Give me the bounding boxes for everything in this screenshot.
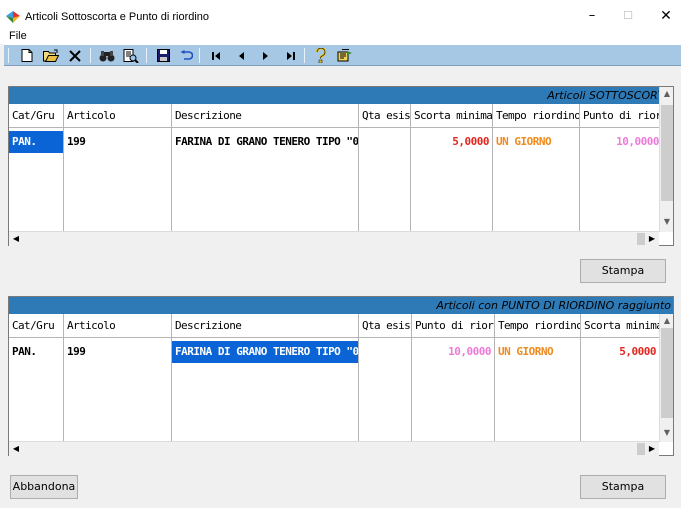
col-header-articolo[interactable]: Articolo	[64, 104, 172, 128]
new-icon[interactable]	[18, 47, 36, 64]
cell-scorta-minima[interactable]: 5,0000	[581, 341, 659, 363]
toolbar-separator	[90, 48, 91, 63]
scroll-up-icon[interactable]: ▲	[660, 314, 674, 328]
horizontal-scrollbar[interactable]: ◀ ▶	[9, 441, 659, 456]
toolbar-separator	[146, 48, 147, 63]
col-header-descrizione[interactable]: Descrizione	[172, 104, 359, 128]
scroll-thumb[interactable]	[637, 443, 645, 455]
prev-record-icon[interactable]	[232, 47, 250, 64]
scroll-right-icon[interactable]: ▶	[645, 442, 659, 456]
col-header-punto-riordino[interactable]: Punto di riord...	[412, 314, 495, 338]
close-button[interactable]: ✕	[656, 8, 676, 24]
next-record-icon[interactable]	[257, 47, 275, 64]
abbandona-button[interactable]: Abbandona	[10, 475, 78, 499]
scroll-thumb[interactable]	[661, 105, 673, 201]
app-logo-icon	[6, 11, 20, 23]
col-header-descrizione[interactable]: Descrizione	[172, 314, 359, 338]
scroll-left-icon[interactable]: ◀	[9, 232, 23, 246]
stampa-sottoscorta-button[interactable]: Stampa	[580, 259, 666, 283]
title-bar: Articoli Sottoscorta e Punto di riordino…	[0, 0, 681, 30]
print-preview-icon[interactable]	[122, 47, 140, 64]
menu-file[interactable]: File	[9, 30, 27, 42]
vertical-scrollbar[interactable]: ▲ ▼	[659, 314, 673, 442]
stampa-punto-riordino-button[interactable]: Stampa	[580, 475, 666, 499]
toolbar	[4, 44, 681, 66]
cell-tempo-riordino[interactable]: UN GIORNO	[495, 341, 580, 363]
last-record-icon[interactable]	[282, 47, 300, 64]
scroll-down-icon[interactable]: ▼	[660, 215, 674, 229]
minimize-button[interactable]: –	[582, 8, 602, 24]
cell-tempo-riordino[interactable]: UN GIORNO	[493, 131, 579, 153]
grid-punto-riordino-header: Articoli con PUNTO DI RIORDINO raggiunto	[9, 297, 673, 314]
save-icon[interactable]	[154, 47, 172, 64]
col-header-cat-gru[interactable]: Cat/Gru	[9, 314, 64, 338]
cell-articolo[interactable]: 199	[64, 341, 171, 363]
col-header-scorta-minima[interactable]: Scorta minima	[411, 104, 493, 128]
first-record-icon[interactable]	[207, 47, 225, 64]
cell-descrizione[interactable]: FARINA DI GRANO TENERO TIPO "0"	[172, 341, 358, 363]
cell-punto-riordino[interactable]: 10,0000	[580, 131, 659, 153]
scroll-right-icon[interactable]: ▶	[645, 232, 659, 246]
col-header-cat-gru[interactable]: Cat/Gru	[9, 104, 64, 128]
help-icon[interactable]	[312, 47, 330, 64]
scroll-down-icon[interactable]: ▼	[660, 426, 674, 440]
cell-cat-gru[interactable]: PAN.	[9, 131, 63, 153]
undo-icon[interactable]	[177, 47, 195, 64]
scroll-left-icon[interactable]: ◀	[9, 442, 23, 456]
col-header-qta-esistente[interactable]: Qta esist...	[359, 314, 412, 338]
cell-articolo[interactable]: 199	[64, 131, 171, 153]
grid-sottoscorta-header: Articoli SOTTOSCORTA	[9, 87, 673, 104]
cell-qta-esistente[interactable]	[359, 341, 411, 363]
toolbar-separator	[304, 48, 305, 63]
grid-sottoscorta: Articoli SOTTOSCORTA Cat/Gru Articolo De…	[8, 86, 674, 246]
delete-icon[interactable]	[66, 47, 84, 64]
menu-bar: File	[0, 30, 681, 44]
col-header-punto-riordino[interactable]: Punto di riord...	[580, 104, 660, 128]
col-header-tempo-riordino[interactable]: Tempo riordino	[493, 104, 580, 128]
col-header-tempo-riordino[interactable]: Tempo riordino	[495, 314, 581, 338]
toolbar-separator	[199, 48, 200, 63]
vertical-scrollbar[interactable]: ▲ ▼	[659, 87, 673, 232]
col-header-qta-esistente[interactable]: Qta esis...	[359, 104, 411, 128]
horizontal-scrollbar[interactable]: ◀ ▶	[9, 231, 659, 246]
cell-scorta-minima[interactable]: 5,0000	[411, 131, 492, 153]
scroll-up-icon[interactable]: ▲	[660, 87, 674, 101]
cell-cat-gru[interactable]: PAN.	[9, 341, 63, 363]
maximize-button[interactable]: ☐	[618, 8, 638, 24]
cell-punto-riordino[interactable]: 10,0000	[412, 341, 494, 363]
toolbar-separator	[8, 48, 9, 63]
exit-icon[interactable]	[336, 47, 354, 64]
grid-punto-riordino: Articoli con PUNTO DI RIORDINO raggiunto…	[8, 296, 674, 456]
cell-descrizione[interactable]: FARINA DI GRANO TENERO TIPO "0"	[172, 131, 358, 153]
scroll-thumb[interactable]	[637, 233, 645, 245]
col-header-articolo[interactable]: Articolo	[64, 314, 172, 338]
col-header-scorta-minima[interactable]: Scorta minima	[581, 314, 660, 338]
cell-qta-esistente[interactable]	[359, 131, 410, 153]
find-icon[interactable]	[98, 47, 116, 64]
scroll-thumb[interactable]	[661, 328, 673, 418]
open-icon[interactable]	[42, 47, 60, 64]
window-title: Articoli Sottoscorta e Punto di riordino	[25, 11, 210, 23]
